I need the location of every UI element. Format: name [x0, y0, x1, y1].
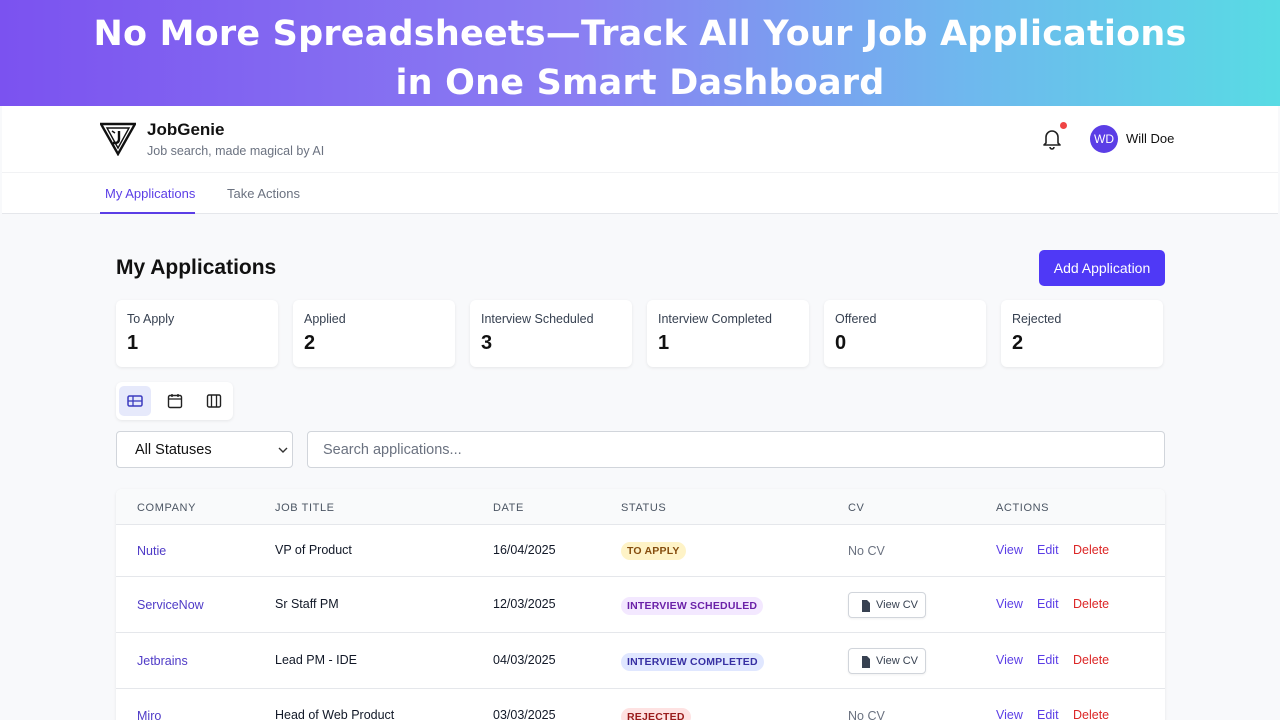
view-cv-button[interactable]: View CV	[848, 592, 926, 618]
edit-link[interactable]: Edit	[1037, 543, 1059, 557]
view-mode-toggle	[116, 382, 233, 420]
view-link[interactable]: View	[996, 597, 1023, 611]
stat-card-applied: Applied 2	[293, 300, 455, 367]
stat-value: 1	[658, 332, 670, 354]
app-header: JobGenie Job search, made magical by AI …	[2, 106, 1278, 214]
no-cv-text: No CV	[848, 544, 885, 558]
table-row: Miro Head of Web Product 03/03/2025 REJE…	[116, 689, 1165, 720]
company-link[interactable]: Miro	[137, 709, 161, 720]
column-header-cv: CV	[848, 502, 865, 514]
active-tab-indicator	[100, 212, 195, 214]
jobgenie-logo-icon[interactable]	[100, 122, 136, 156]
stat-card-offered: Offered 0	[824, 300, 986, 367]
view-link[interactable]: View	[996, 543, 1023, 557]
stat-card-rejected: Rejected 2	[1001, 300, 1163, 367]
stat-card-interview-scheduled: Interview Scheduled 3	[470, 300, 632, 367]
status-badge: REJECTED	[621, 708, 691, 720]
document-icon	[862, 600, 870, 612]
delete-link[interactable]: Delete	[1073, 653, 1109, 667]
view-link[interactable]: View	[996, 708, 1023, 720]
stat-card-interview-completed: Interview Completed 1	[647, 300, 809, 367]
page-title: My Applications	[116, 256, 277, 279]
column-header-job-title[interactable]: JOB TITLE	[275, 502, 335, 514]
brand-tagline: Job search, made magical by AI	[147, 144, 325, 158]
application-date: 12/03/2025	[493, 597, 556, 611]
stat-label: Rejected	[1012, 312, 1062, 326]
table-row: ServiceNow Sr Staff PM 12/03/2025 INTERV…	[116, 577, 1165, 633]
stat-card-to-apply: To Apply 1	[116, 300, 278, 367]
table-icon	[127, 395, 143, 407]
column-header-actions: ACTIONS	[996, 502, 1050, 514]
view-cv-button[interactable]: View CV	[848, 648, 926, 674]
stat-label: Offered	[835, 312, 877, 326]
application-date: 04/03/2025	[493, 653, 556, 667]
view-cv-label: View CV	[876, 655, 918, 667]
stat-value: 0	[835, 332, 847, 354]
document-icon	[862, 656, 870, 668]
stat-value: 3	[481, 332, 493, 354]
add-application-button[interactable]: Add Application	[1039, 250, 1165, 286]
stat-value: 1	[127, 332, 139, 354]
calendar-view-button[interactable]	[159, 386, 191, 416]
table-view-button[interactable]	[119, 386, 151, 416]
edit-link[interactable]: Edit	[1037, 597, 1059, 611]
application-date: 03/03/2025	[493, 708, 556, 720]
view-link[interactable]: View	[996, 653, 1023, 667]
kanban-icon	[206, 394, 222, 408]
banner-headline-line-1: No More Spreadsheets—Track All Your Job …	[93, 14, 1187, 54]
company-link[interactable]: Nutie	[137, 544, 166, 558]
company-link[interactable]: ServiceNow	[137, 598, 204, 612]
notification-dot	[1060, 122, 1067, 129]
banner-headline-line-2: in One Smart Dashboard	[395, 63, 885, 103]
job-title: Sr Staff PM	[275, 597, 339, 611]
edit-link[interactable]: Edit	[1037, 653, 1059, 667]
calendar-icon	[167, 394, 183, 409]
no-cv-text: No CV	[848, 709, 885, 720]
table-header-row: COMPANY JOB TITLE DATE STATUS CV ACTIONS	[116, 489, 1165, 525]
stat-label: Interview Completed	[658, 312, 772, 326]
job-title: Head of Web Product	[275, 708, 395, 720]
app-window: JobGenie Job search, made magical by AI …	[2, 106, 1278, 720]
applications-table: COMPANY JOB TITLE DATE STATUS CV ACTIONS…	[116, 489, 1165, 720]
status-badge: INTERVIEW COMPLETED	[621, 653, 764, 671]
delete-link[interactable]: Delete	[1073, 597, 1109, 611]
search-input[interactable]	[307, 431, 1165, 468]
stat-label: Interview Scheduled	[481, 312, 594, 326]
delete-link[interactable]: Delete	[1073, 543, 1109, 557]
view-cv-label: View CV	[876, 599, 918, 611]
company-link[interactable]: Jetbrains	[137, 654, 188, 668]
brand-name[interactable]: JobGenie	[147, 120, 224, 140]
tab-take-actions[interactable]: Take Actions	[227, 186, 300, 201]
status-filter-value: All Statuses	[135, 442, 212, 458]
user-name[interactable]: Will Doe	[1126, 131, 1174, 146]
notification-bell-icon[interactable]	[1042, 128, 1062, 150]
edit-link[interactable]: Edit	[1037, 708, 1059, 720]
user-avatar[interactable]: WD	[1090, 125, 1118, 153]
job-title: Lead PM - IDE	[275, 653, 357, 667]
application-date: 16/04/2025	[493, 543, 556, 557]
stat-value: 2	[1012, 332, 1024, 354]
tab-my-applications[interactable]: My Applications	[105, 186, 195, 201]
table-row: Jetbrains Lead PM - IDE 04/03/2025 INTER…	[116, 633, 1165, 689]
column-header-date[interactable]: DATE	[493, 502, 524, 514]
delete-link[interactable]: Delete	[1073, 708, 1109, 720]
status-badge: TO APPLY	[621, 542, 686, 560]
column-header-status[interactable]: STATUS	[621, 502, 666, 514]
header-divider	[2, 172, 1278, 173]
stat-label: Applied	[304, 312, 346, 326]
column-header-company[interactable]: COMPANY	[137, 502, 196, 514]
table-row: Nutie VP of Product 16/04/2025 TO APPLY …	[116, 526, 1165, 577]
promo-banner: No More Spreadsheets—Track All Your Job …	[0, 0, 1280, 106]
stat-value: 2	[304, 332, 316, 354]
chevron-down-icon	[278, 447, 288, 453]
status-filter-select[interactable]: All Statuses	[116, 431, 293, 468]
kanban-view-button[interactable]	[198, 386, 230, 416]
job-title: VP of Product	[275, 543, 352, 557]
stat-label: To Apply	[127, 312, 175, 326]
status-badge: INTERVIEW SCHEDULED	[621, 597, 764, 615]
